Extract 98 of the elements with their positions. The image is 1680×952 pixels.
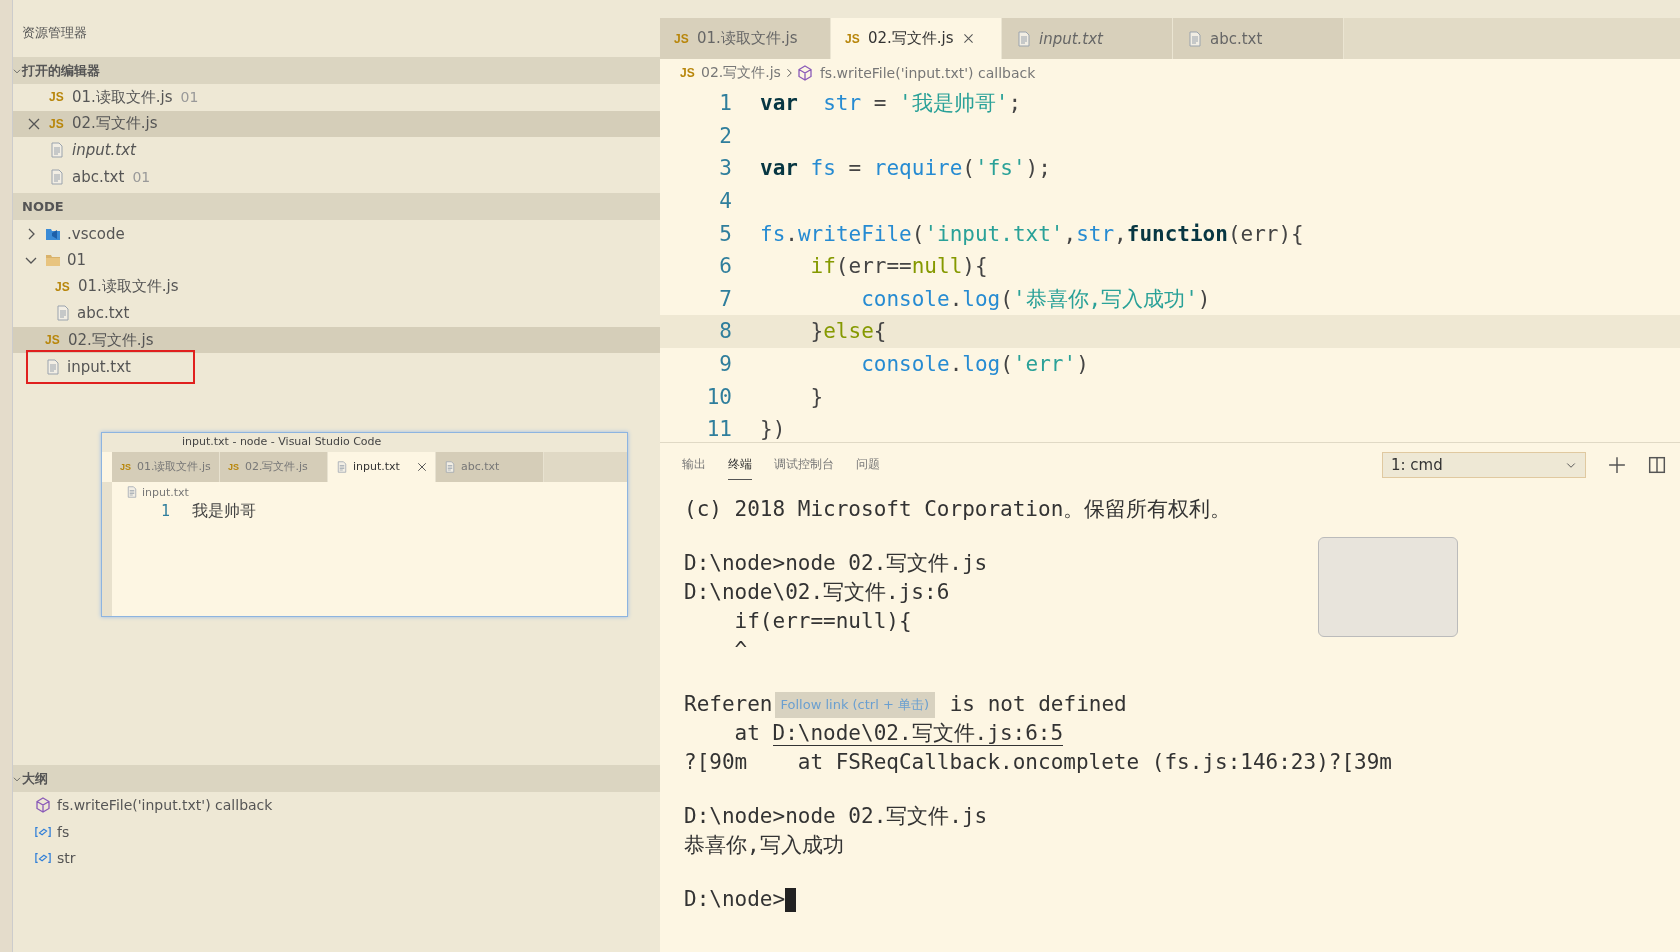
new-terminal-icon[interactable] [1608,456,1626,474]
file-type-label: JS [680,66,696,80]
line-number: 1 [159,502,170,521]
terminal-text: is not defined [948,691,1127,718]
document-icon [444,460,456,473]
outline-item[interactable]: str [13,845,660,872]
close-icon [961,32,975,45]
outline-header[interactable]: 大纲 [13,765,660,792]
explorer-title: 资源管理器 [21,24,88,42]
tooltip: Follow link (ctrl + 单击) [774,691,936,718]
folder-hint: 01 [132,169,151,186]
terminal-text: D:\node> [684,886,786,913]
code-line: if(err==null){ [809,254,988,279]
line-number: 5 [718,221,732,246]
file-type-label: JS [228,461,240,472]
panel-tab[interactable]: 调试控制台 [774,450,834,480]
code-line: }else{ [809,319,887,344]
file-type-label: JS [49,116,65,131]
panel-tab[interactable]: 问题 [856,450,880,480]
terminal-text: at [733,720,761,747]
open-editor-item[interactable]: JS 02.写文件.js [13,110,660,138]
terminal-text: ^ [733,637,748,664]
document-icon [1187,30,1203,47]
line-number: 10 [705,384,732,409]
terminal-text: 恭喜你,写入成功 [684,832,844,859]
code-line: } [809,384,824,409]
file-tree-item[interactable]: abc.txt [13,300,660,327]
document-icon [336,460,348,473]
terminal-text: Referen [684,691,773,718]
panel-tab[interactable]: 输出 [682,450,706,480]
code-line: fs.writeFile('input.txt',str,function(err){ [760,221,1304,246]
document-icon [45,358,61,375]
line-number: 4 [718,189,732,214]
terminal-text: if(err==null){ [733,608,912,635]
document-icon [55,305,71,322]
open-editor-item[interactable]: abc.txt 01 [13,163,660,191]
folder-icon [45,252,61,269]
breadcrumb-file[interactable]: JS 02.写文件.js [680,64,781,82]
file-tree-item[interactable]: JS 01.读取文件.js [13,273,660,301]
line-number: 7 [718,286,732,311]
file-type-label: JS [674,31,690,46]
code-line: console.log('err') [860,352,1089,377]
line-number: 2 [718,123,732,148]
terminal-text: ?[90m at FSReqCallback.oncomplete (fs.js:146:23)?[39m [684,749,1392,776]
code-line: 我是帅哥 [192,500,256,522]
file-tree-item[interactable]: JS 02.写文件.js [13,326,660,354]
terminal-text: D:\node\02.写文件.js:6 [684,579,950,606]
open-editors-header[interactable]: 打开的编辑器 [13,57,660,84]
terminal-text: (c) 2018 Microsoft Corporation。保留所有权利。 [684,496,1232,523]
document-icon [1016,30,1032,47]
file-tree-item[interactable]: .vscode [13,220,660,247]
folder-hint: 01 [180,89,199,106]
editor-tab[interactable]: input.txt [328,451,436,482]
code-line: var fs = require('fs'); [760,156,1051,181]
panel-tab[interactable]: 终端 [728,450,752,480]
open-editor-item[interactable]: input.txt [13,137,660,164]
line-number: 11 [705,417,732,442]
editor-tab[interactable]: JS 01.读取文件.js [112,451,220,482]
document-icon [49,142,65,159]
editor-tab[interactable]: JS 02.写文件.js [831,18,1002,59]
cube-icon [796,65,813,81]
folder-header[interactable]: NODE [13,193,660,221]
terminal-link[interactable]: D:\node\02.写文件.js:6:5 [772,721,1064,746]
outline-item[interactable]: fs [13,818,660,846]
outline-item[interactable]: fs.writeFile('input.txt') callback [13,792,660,819]
file-type-label: JS [45,333,61,348]
split-icon[interactable] [1648,456,1666,474]
file-tree-item[interactable]: 01 [13,246,660,274]
document-icon [49,169,65,186]
text-cursor [785,887,797,912]
editor-tab[interactable]: JS 02.写文件.js [220,451,328,482]
window-title: input.txt - node - Visual Studio Code [102,432,627,452]
close-icon [415,460,428,473]
breadcrumb-symbol[interactable]: fs.writeFile('input.txt') callback [796,65,1036,81]
file-type-label: JS [49,90,65,105]
open-editor-item[interactable]: JS 01.读取文件.js 01 [13,84,660,111]
code-line: }) [760,417,786,442]
line-number: 3 [718,156,732,181]
terminal-dropdown[interactable]: 1: cmd [1382,452,1586,478]
file-tree-item[interactable]: input.txt [13,353,660,380]
editor-tab[interactable]: JS 01.读取文件.js [660,18,831,59]
file-type-label: JS [120,461,132,472]
code-line: var str = '我是帅哥'; [760,90,1022,118]
terminal-text: D:\node>node 02.写文件.js [684,550,988,577]
cube-icon [35,797,51,814]
terminal-text: D:\node>node 02.写文件.js [684,803,988,830]
document-icon [126,486,138,499]
line-number: 8 [718,319,732,344]
line-number: 6 [718,254,732,279]
line-number: 9 [718,352,732,377]
editor-tab[interactable]: abc.txt [436,451,544,482]
code-line: console.log('恭喜你,写入成功') [860,285,1211,313]
file-type-label: JS [845,31,861,46]
breadcrumb[interactable]: input.txt [112,481,189,499]
file-type-label: JS [55,279,71,294]
editor-tab[interactable]: abc.txt [1173,18,1344,59]
editor-tab[interactable]: input.txt [1002,18,1173,59]
line-number: 1 [718,91,732,116]
